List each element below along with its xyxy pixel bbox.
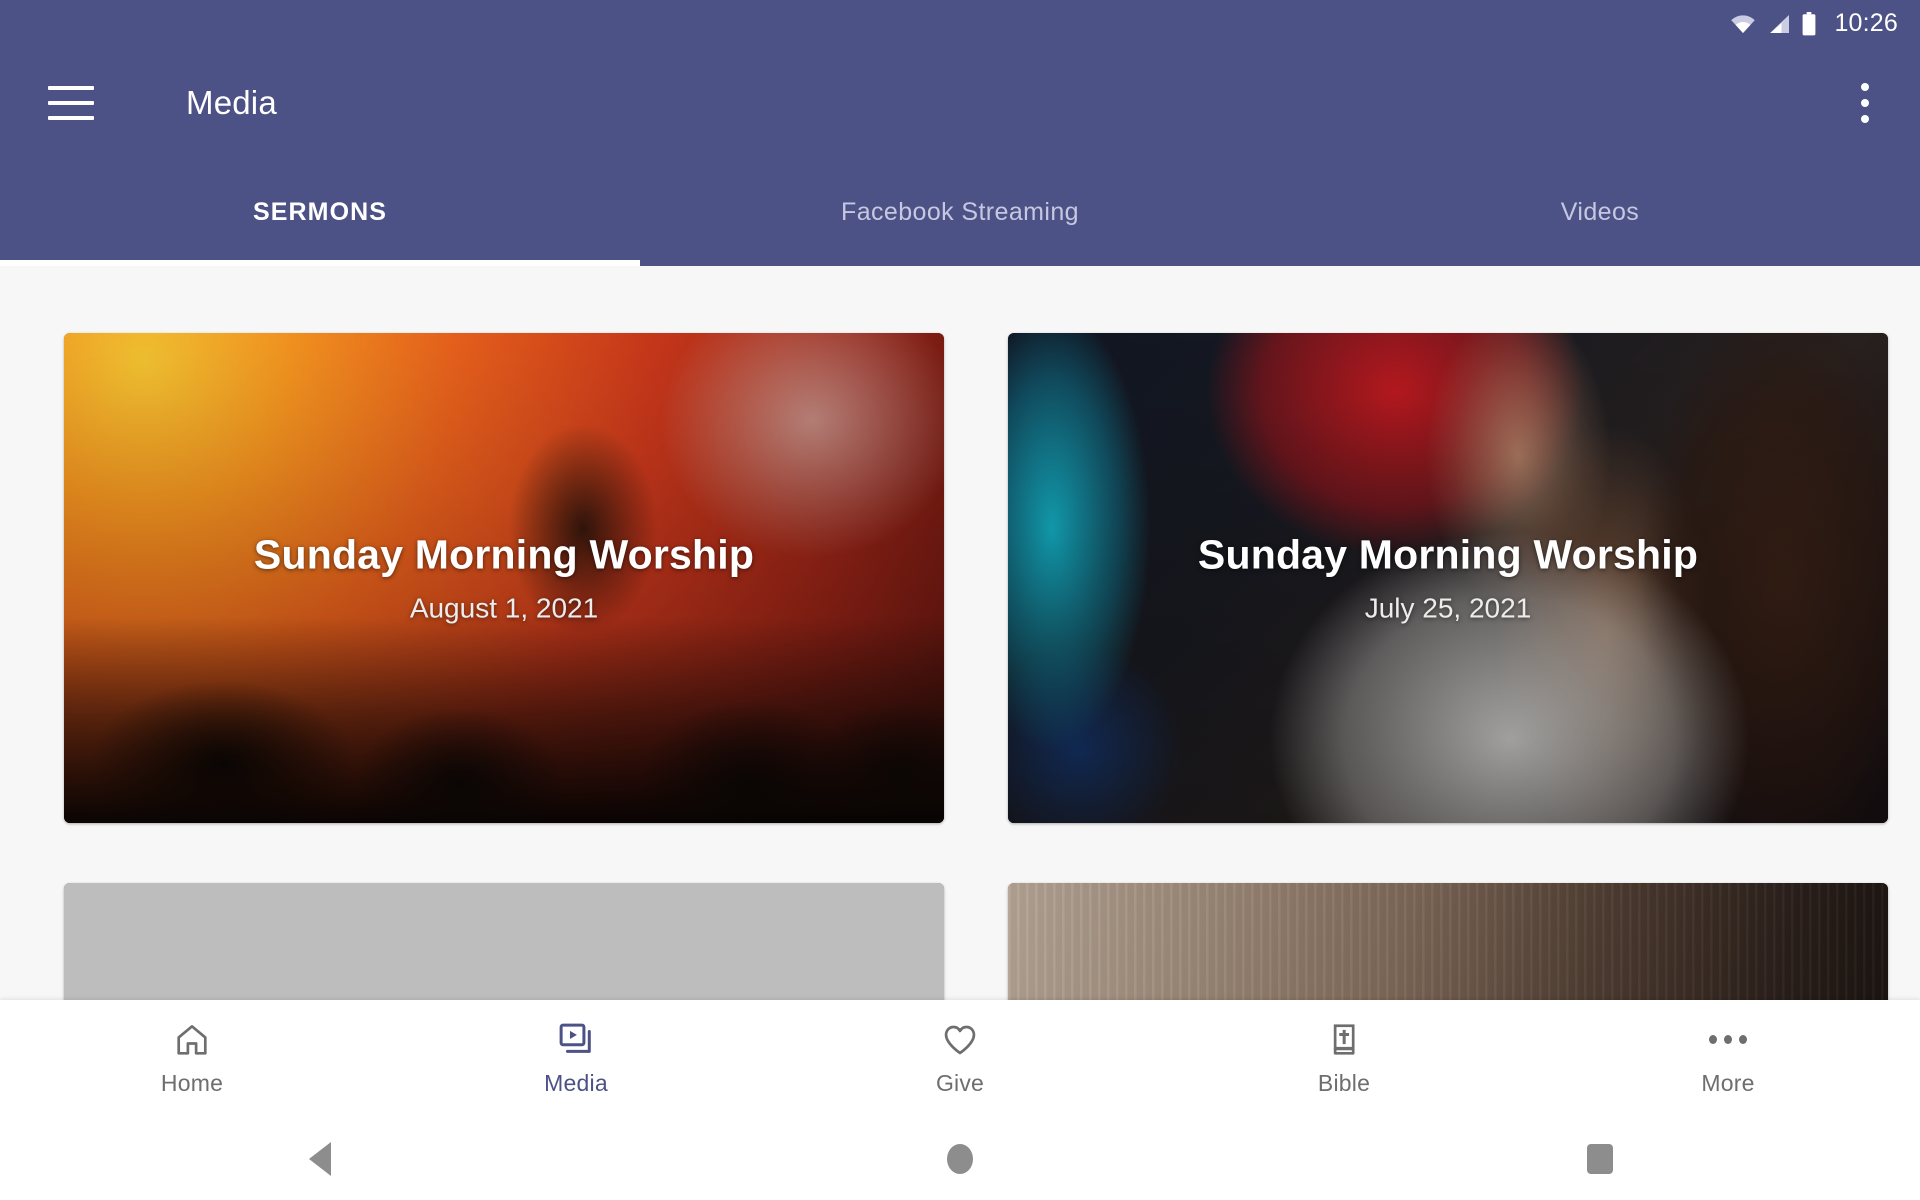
bible-book-icon bbox=[1333, 1023, 1355, 1055]
status-icons: 10:26 bbox=[1730, 9, 1898, 38]
home-button[interactable] bbox=[640, 1117, 1280, 1200]
home-icon bbox=[177, 1024, 207, 1055]
tab-bar: SERMONS Facebook Streaming Videos bbox=[0, 158, 1920, 266]
nav-item-bible-label: Bible bbox=[1317, 1069, 1371, 1096]
overflow-menu-icon[interactable] bbox=[1861, 82, 1869, 123]
tab-facebook-streaming-label: Facebook Streaming bbox=[841, 197, 1079, 226]
square-recents-icon bbox=[1587, 1143, 1613, 1174]
nav-item-media[interactable]: Media bbox=[384, 1000, 768, 1117]
circle-home-icon bbox=[947, 1143, 973, 1174]
tab-videos[interactable]: Videos bbox=[1280, 158, 1920, 266]
tab-facebook-streaming[interactable]: Facebook Streaming bbox=[640, 158, 1280, 266]
triangle-back-icon bbox=[309, 1141, 331, 1176]
sermon-date: July 25, 2021 bbox=[1364, 592, 1532, 624]
system-navigation-bar bbox=[0, 1117, 1920, 1200]
status-time: 10:26 bbox=[1834, 9, 1898, 37]
video-library-icon bbox=[559, 1023, 591, 1053]
bottom-navigation-bar: Home Media Give Bible More bbox=[0, 1000, 1920, 1117]
sermon-card[interactable]: Sunday Morning Worship August 1, 2021 bbox=[64, 333, 944, 823]
app-bar: Media bbox=[0, 47, 1920, 158]
nav-item-home[interactable]: Home bbox=[0, 1000, 384, 1117]
sermon-card-text: Sunday Morning Worship August 1, 2021 bbox=[64, 531, 944, 624]
sermon-card-grid: Sunday Morning Worship August 1, 2021 Su… bbox=[0, 266, 1920, 1000]
page-title: Media bbox=[186, 83, 277, 121]
sermon-date: August 1, 2021 bbox=[409, 592, 599, 624]
sermon-card[interactable] bbox=[1008, 883, 1888, 1000]
tab-sermons-label: SERMONS bbox=[252, 197, 388, 226]
sermon-thumbnail-image bbox=[1008, 883, 1888, 1000]
battery-icon bbox=[1803, 11, 1816, 35]
back-button[interactable] bbox=[0, 1117, 640, 1200]
sermon-title: Sunday Morning Worship bbox=[253, 531, 755, 578]
nav-item-media-label: Media bbox=[544, 1069, 608, 1096]
sermon-title: Sunday Morning Worship bbox=[1197, 531, 1699, 578]
nav-item-bible[interactable]: Bible bbox=[1152, 1000, 1536, 1117]
heart-icon bbox=[944, 1025, 976, 1054]
hamburger-menu-icon[interactable] bbox=[48, 85, 94, 120]
sermon-card-text: Sunday Morning Worship July 25, 2021 bbox=[1008, 531, 1888, 624]
nav-item-home-label: Home bbox=[160, 1069, 224, 1096]
app-screen: 10:26 Media SERMONS Facebook Streaming V… bbox=[0, 0, 1920, 1200]
recents-button[interactable] bbox=[1280, 1117, 1920, 1200]
nav-item-more-label: More bbox=[1701, 1069, 1755, 1096]
sermon-card[interactable] bbox=[64, 883, 944, 1000]
sermon-card[interactable]: Sunday Morning Worship July 25, 2021 bbox=[1008, 333, 1888, 823]
wifi-icon bbox=[1731, 14, 1756, 33]
nav-item-more[interactable]: More bbox=[1536, 1000, 1920, 1117]
status-bar: 10:26 bbox=[0, 0, 1920, 47]
tab-sermons[interactable]: SERMONS bbox=[0, 158, 640, 266]
more-dots-icon bbox=[1709, 1021, 1747, 1059]
sermons-list[interactable]: Sunday Morning Worship August 1, 2021 Su… bbox=[0, 266, 1920, 1000]
nav-item-give[interactable]: Give bbox=[768, 1000, 1152, 1117]
tab-videos-label: Videos bbox=[1560, 197, 1640, 226]
sermon-thumbnail-placeholder bbox=[64, 883, 944, 1000]
signal-icon bbox=[1770, 14, 1790, 33]
nav-item-give-label: Give bbox=[935, 1069, 985, 1096]
